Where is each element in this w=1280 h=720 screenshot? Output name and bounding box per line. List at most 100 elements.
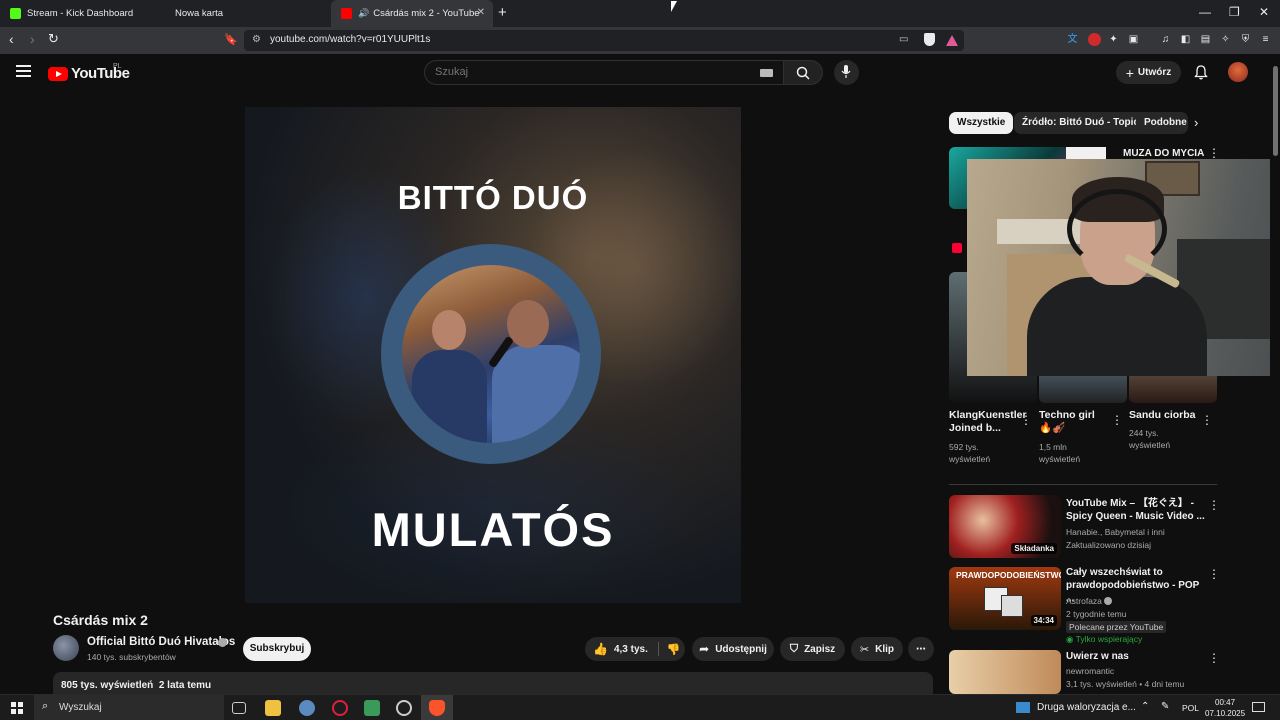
obs-icon[interactable] [396,700,412,716]
like-count[interactable]: 4,3 tys. [614,644,648,655]
cast-icon[interactable]: ▭ [899,34,908,45]
more-options-icon[interactable]: ⋮ [1208,567,1220,581]
video-title[interactable]: YouTube Mix – 【花ぐえ】 - Spicy Queen - Musi… [1066,497,1206,523]
shield-icon[interactable] [924,33,935,46]
create-label: Utwórz [1137,67,1172,78]
app-icon[interactable] [364,700,380,716]
forward-icon[interactable]: › [30,31,35,47]
bookmark-icon[interactable]: 🔖 [224,33,238,46]
chip-all[interactable]: Wszystkie [949,112,1014,134]
search-input[interactable] [435,66,755,78]
video-channel[interactable]: Hanabie., Babymetal i inni [1066,526,1165,538]
channel-avatar[interactable] [53,635,79,661]
tab-youtube[interactable]: 🔊 Csárdás mix 2 - YouTube ✕ [331,0,493,27]
music-icon[interactable]: ♫ [1159,33,1172,46]
translate-extension-icon[interactable]: 文 [1066,33,1079,46]
scrollbar-thumb[interactable] [1273,66,1278,156]
language-indicator[interactable]: POL [1182,703,1199,713]
search-icon [796,66,810,80]
rewards-icon[interactable] [946,35,958,46]
video-player[interactable]: BITTÓ DUÓ MULATÓS [245,107,741,603]
dice-image [1001,595,1023,617]
media-icon[interactable]: ▣ [1127,33,1140,46]
view-count: 805 tys. wyświetleń [61,680,154,691]
opera-icon[interactable] [332,700,348,716]
reload-icon[interactable]: ↻ [48,31,59,47]
clock[interactable]: 00:47 07.10.2025 [1205,697,1245,719]
address-bar[interactable]: ⚙ youtube.com/watch?v=r01YUUPlt1s ▭ [244,30,964,51]
more-actions-button[interactable]: ⋯ [908,637,934,661]
save-button[interactable]: ⛉ Zapisz [780,637,845,661]
taskbar-search[interactable]: ⌕ Wyszukaj [34,695,224,720]
more-options-icon[interactable]: ⋮ [1208,146,1220,160]
more-options-icon[interactable]: ⋮ [1020,413,1032,427]
brave-icon[interactable] [429,700,445,716]
chip-related[interactable]: Podobne [1136,112,1188,134]
short-title[interactable]: Sandu ciorba [1129,409,1199,422]
notification-center-icon[interactable] [1252,702,1265,712]
close-tab-icon[interactable]: ✕ [477,7,485,18]
video-thumbnail[interactable]: PRAWDOPODOBIEŃSTWO 34:34 [949,567,1061,630]
share-button[interactable]: ➦ Udostępnij [692,637,774,661]
tab-new-tab[interactable]: Nowa karta [165,0,331,27]
video-thumbnail[interactable]: Składanka [949,495,1061,558]
video-channel[interactable]: newromantic [1066,665,1114,677]
leo-ai-icon[interactable]: ✧ [1219,33,1232,46]
sidebar-icon[interactable]: ◧ [1179,33,1192,46]
windows-taskbar: ⌕ Wyszukaj Druga waloryzacja e... ⌃ ✎ PO… [0,694,1280,720]
file-explorer-icon[interactable] [265,700,281,716]
album-art-photo [402,265,580,443]
thumbnail-text: PRAWDOPODOBIEŃSTWO [956,570,1061,580]
voice-search-button[interactable] [834,60,859,85]
more-options-icon[interactable]: ⋮ [1201,413,1213,427]
red-extension-icon[interactable] [1088,33,1101,46]
video-thumbnail[interactable] [949,650,1061,694]
puzzle-icon[interactable]: ✦ [1107,33,1120,46]
pen-icon[interactable]: ✎ [1161,701,1169,712]
clock-date: 07.10.2025 [1205,709,1246,718]
members-label: Tylko wspierający [1075,634,1143,644]
news-icon[interactable] [1016,702,1030,713]
back-icon[interactable]: ‹ [9,31,14,47]
clip-button[interactable]: ✂ Klip [851,637,903,661]
subscribe-button[interactable]: Subskrybuj [243,637,311,661]
search-box[interactable] [424,60,784,85]
channel-name[interactable]: Official Bittó Duó Hivatalos [87,636,235,648]
dislike-icon[interactable]: 👎 [667,643,681,656]
short-title[interactable]: Techno girl 🔥🎻 [1039,409,1101,435]
url-text[interactable]: youtube.com/watch?v=r01YUUPlt1s [270,34,430,45]
app-icon[interactable] [299,700,315,716]
restore-button[interactable]: ❐ [1229,5,1240,19]
page-scrollbar[interactable] [1270,54,1280,694]
tray-notification-text[interactable]: Druga waloryzacja e... [1037,702,1136,713]
windows-start-icon[interactable] [11,702,23,714]
more-options-icon[interactable]: ⋮ [1111,413,1123,427]
keyboard-icon[interactable] [760,69,773,77]
save-label: Zapisz [804,643,836,655]
browser-menu-icon[interactable]: ≡ [1259,33,1272,46]
create-button[interactable]: + Utwórz [1116,61,1181,84]
like-icon[interactable]: 👍 [593,642,608,656]
chip-source[interactable]: Źródło: Bittó Duó - Topic [1014,112,1148,134]
site-info-icon[interactable]: ⚙ [252,34,261,45]
short-title[interactable]: KlangKuenstler Joined b... [949,409,1027,435]
more-options-icon[interactable]: ⋮ [1208,651,1220,665]
vpn-icon[interactable]: ⛨ [1239,33,1252,46]
country-code: PL [113,63,122,70]
minimize-button[interactable]: — [1199,5,1211,19]
close-window-button[interactable]: ✕ [1259,5,1269,19]
search-button[interactable] [783,60,823,85]
wallet-icon[interactable]: ▤ [1199,33,1212,46]
chevron-right-icon[interactable]: › [1194,115,1198,130]
video-channel[interactable]: Astrofaza [1066,595,1113,607]
new-tab-button[interactable]: + [498,4,507,21]
more-options-icon[interactable]: ⋮ [1208,498,1220,512]
video-title[interactable]: Uwierz w nas [1066,650,1206,663]
mouse-cursor [671,1,677,12]
hamburger-menu-icon[interactable] [16,65,31,77]
chevron-up-icon[interactable]: ⌃ [1141,701,1149,712]
task-view-icon[interactable] [232,702,246,714]
notifications-bell-icon[interactable] [1194,65,1208,80]
tab-kick-dashboard[interactable]: Stream - Kick Dashboard [0,0,165,27]
user-avatar[interactable] [1228,62,1248,82]
